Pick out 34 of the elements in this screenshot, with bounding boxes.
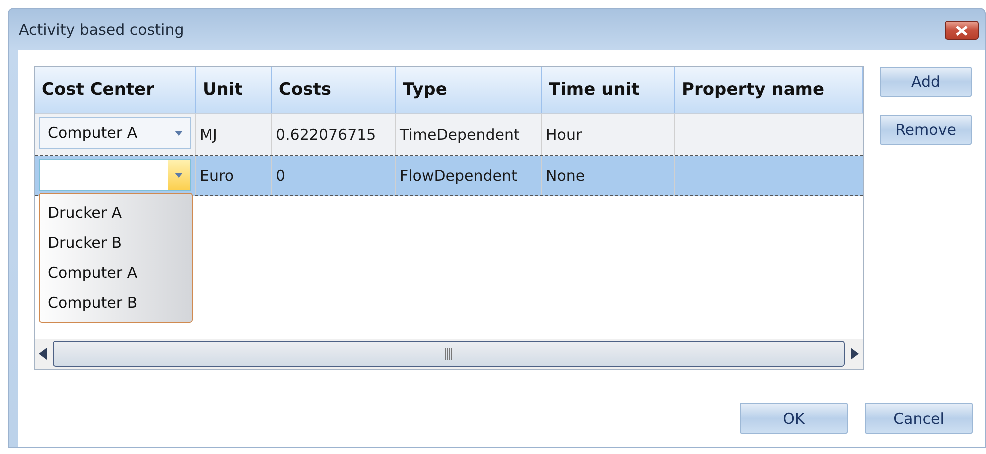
window-title: Activity based costing — [19, 20, 184, 38]
table-row[interactable]: Euro 0 FlowDependent None — [35, 156, 863, 196]
column-header[interactable]: Time unit — [542, 67, 675, 113]
column-header[interactable]: Property name — [675, 67, 863, 113]
dropdown-option[interactable]: Drucker B — [40, 228, 192, 258]
side-button[interactable]: Add — [880, 67, 972, 97]
table-cell: 0 — [276, 166, 286, 184]
close-icon — [956, 26, 968, 36]
table-cell: MJ — [200, 126, 218, 144]
dropdown-option[interactable]: Computer A — [40, 258, 192, 288]
dropdown-option[interactable]: Drucker A — [40, 198, 192, 228]
table-cell: FlowDependent — [400, 166, 518, 184]
table-cell: 0.622076715 — [276, 126, 376, 144]
scrollbar-thumb[interactable] — [53, 341, 845, 367]
column-header[interactable]: Costs — [272, 67, 396, 113]
table-row[interactable]: Computer A MJ 0.622076715 TimeDependent Hour — [35, 114, 863, 156]
side-button[interactable]: Remove — [880, 115, 972, 145]
table-cell: None — [546, 166, 586, 184]
close-button[interactable] — [945, 21, 979, 40]
dialog-button[interactable]: Cancel — [865, 403, 973, 434]
cost-center-dropdown[interactable]: Computer A — [39, 117, 191, 149]
grip-icon — [444, 348, 454, 360]
caret-icon — [175, 130, 183, 136]
column-header[interactable]: Type — [396, 67, 542, 113]
dropdown-option[interactable]: Computer B — [40, 288, 192, 318]
scroll-left-icon[interactable] — [39, 348, 47, 360]
table-cell: Euro — [200, 166, 234, 184]
dialog-button[interactable]: OK — [740, 403, 848, 434]
caret-icon — [175, 172, 183, 178]
scroll-right-icon[interactable] — [851, 348, 859, 360]
column-header[interactable]: Cost Center — [35, 67, 196, 113]
column-header[interactable]: Unit — [196, 67, 272, 113]
table-cell: Hour — [546, 126, 582, 144]
table-cell: TimeDependent — [400, 126, 520, 144]
